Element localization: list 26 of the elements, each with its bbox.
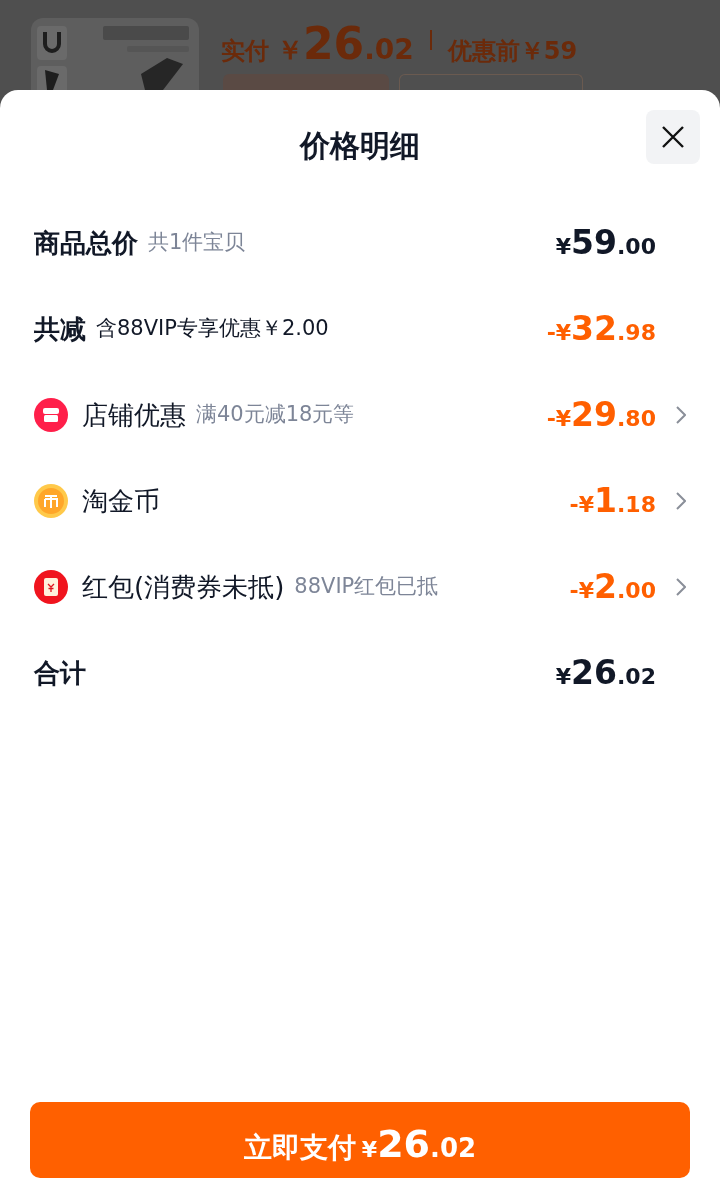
row-note: 满40元减18元等 <box>196 401 355 429</box>
price-amount: -¥2.00 <box>569 566 656 609</box>
price-amount: ¥26.02 <box>555 652 656 695</box>
paid-label: 实付 <box>221 36 269 67</box>
price-amount: -¥1.18 <box>569 480 656 523</box>
pay-button[interactable]: 立即支付 ¥26.02 <box>30 1102 690 1178</box>
row-label: 店铺优惠 <box>82 398 186 432</box>
row-heading: 共减 <box>34 312 86 346</box>
row-label: 红包(消费券未抵) <box>82 570 285 604</box>
sheet-title: 价格明细 <box>300 126 420 165</box>
price-amount: ¥59.00 <box>555 222 656 265</box>
shop-icon <box>34 398 68 432</box>
close-icon <box>661 125 685 149</box>
row-note: 含88VIP专享优惠￥2.00 <box>96 315 329 343</box>
row-heading: 商品总价 <box>34 226 138 260</box>
row-note: 共1件宝贝 <box>148 229 246 257</box>
price-amount: -¥29.80 <box>546 394 656 437</box>
row-label: 淘金币 <box>82 484 160 518</box>
close-button[interactable] <box>646 110 700 164</box>
envelope-icon <box>34 570 68 604</box>
paid-price: ￥26.02 <box>277 22 414 71</box>
row-heading: 合计 <box>34 656 86 690</box>
original-price: 优惠前￥59 <box>447 36 578 67</box>
price-amount: -¥32.98 <box>546 308 656 351</box>
coin-icon <box>34 484 68 518</box>
row-note: 88VIP红包已抵 <box>294 573 439 601</box>
